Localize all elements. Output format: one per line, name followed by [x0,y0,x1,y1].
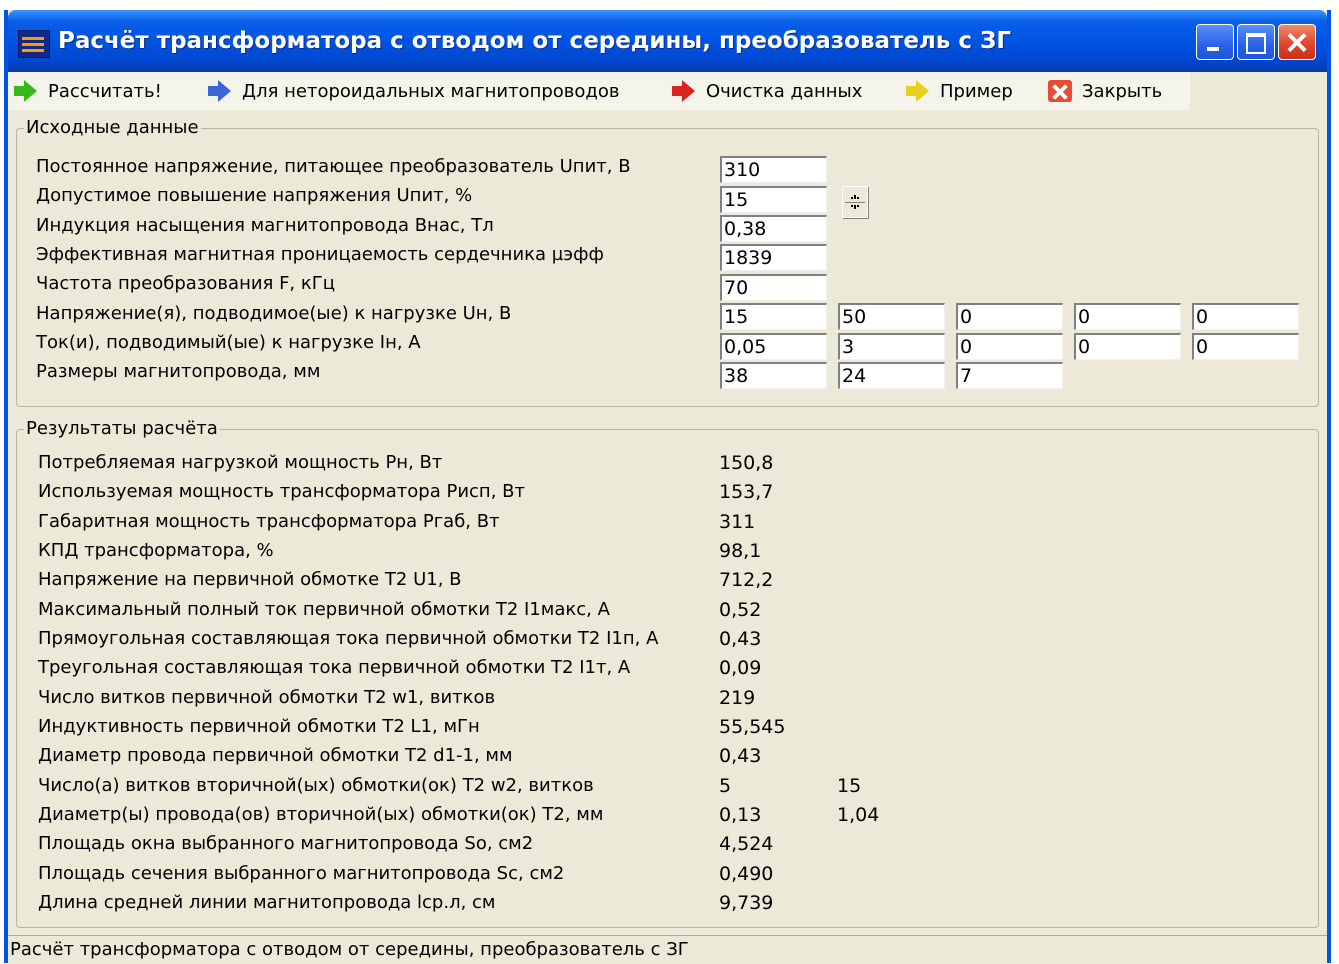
result-label: Число(а) витков вторичной(ых) обмотки(ок… [38,775,594,796]
calculate-button[interactable]: Рассчитать! [14,75,162,107]
result-label: Потребляемая нагрузкой мощность Pн, Вт [38,452,443,473]
load-voltage-input-1[interactable] [720,303,827,330]
core-dimensions-label: Размеры магнитопровода, мм [36,361,321,382]
result-label: Площадь сечения выбранного магнитопровод… [38,863,565,884]
result-value: 0,13 [719,804,762,826]
permeability-input[interactable] [720,244,827,271]
window-title: Расчёт трансформатора с отводом от серед… [58,28,1011,54]
saturation-induction-label: Индукция насыщения магнитопровода Bнас, … [36,215,494,236]
frequency-input[interactable] [720,274,827,301]
load-current-label: Ток(и), подводимый(ые) к нагрузке Iн, А [36,332,421,353]
permeability-label: Эффективная магнитная проницаемость серд… [36,244,604,265]
clear-data-label: Очистка данных [706,80,863,102]
load-voltage-input-5[interactable] [1192,303,1299,330]
example-button[interactable]: Пример [906,75,1013,107]
close-window-button[interactable] [1278,24,1316,60]
toolbar: Рассчитать! Для нетороидальных магнитопр… [8,72,1190,110]
result-value: 1,04 [837,804,880,826]
saturation-induction-input[interactable] [720,215,827,242]
load-current-input-3[interactable] [956,333,1063,360]
minimize-button[interactable] [1196,24,1234,60]
result-value: 55,545 [719,716,786,738]
result-label: Прямоугольная составляющая тока первично… [38,628,659,649]
result-label: Используемая мощность трансформатора Pис… [38,481,525,502]
core-dimension-input-1[interactable] [720,362,827,389]
result-value: 153,7 [719,481,774,503]
result-label: Диаметр(ы) провода(ов) вторичной(ых) обм… [38,804,604,825]
core-dimension-input-3[interactable] [956,362,1063,389]
status-bar: Расчёт трансформатора с отводом от серед… [8,935,1327,964]
load-voltage-input-3[interactable] [956,303,1063,330]
result-label: Длина средней линии магнитопровода lср.л… [38,892,496,913]
supply-voltage-input[interactable] [720,156,827,183]
core-dimension-input-2[interactable] [838,362,945,389]
voltage-rise-spinner[interactable] [842,186,868,218]
result-label: Индуктивность первичной обмотки T2 L1, м… [38,716,480,737]
result-value: 15 [837,775,862,797]
result-value: 9,739 [719,892,774,914]
maximize-button[interactable] [1237,24,1275,60]
app-window: Расчёт трансформатора с отводом от серед… [4,10,1331,964]
load-voltage-input-4[interactable] [1074,303,1181,330]
load-current-input-5[interactable] [1192,333,1299,360]
load-current-input-1[interactable] [720,333,827,360]
result-value: 0,09 [719,657,762,679]
calculate-label: Рассчитать! [48,80,162,102]
load-voltage-input-2[interactable] [838,303,945,330]
voltage-rise-label: Допустимое повышение напряжения Uпит, % [36,185,473,206]
result-value: 0,490 [719,863,774,885]
blue-arrow-icon [208,80,232,102]
result-value: 219 [719,687,756,709]
non-toroidal-label: Для нетороидальных магнитопроводов [242,80,620,102]
frequency-label: Частота преобразования F, кГц [36,273,335,294]
result-label: Число витков первичной обмотки T2 w1, ви… [38,687,496,708]
red-arrow-icon [672,80,696,102]
yellow-arrow-icon [906,80,930,102]
example-label: Пример [940,80,1013,102]
green-arrow-icon [14,80,38,102]
status-text: Расчёт трансформатора с отводом от серед… [10,939,689,960]
result-value: 0,43 [719,745,762,767]
result-value: 98,1 [719,540,762,562]
result-label: Габаритная мощность трансформатора Pгаб,… [38,511,500,532]
load-current-input-2[interactable] [838,333,945,360]
app-icon[interactable] [18,30,50,58]
result-value: 311 [719,511,756,533]
load-voltage-label: Напряжение(я), подводимое(ые) к нагрузке… [36,303,512,324]
non-toroidal-button[interactable]: Для нетороидальных магнитопроводов [208,75,619,107]
input-group-legend: Исходные данные [24,116,201,140]
result-value: 5 [719,775,732,797]
result-label: Максимальный полный ток первичной обмотк… [38,599,610,620]
results-group-legend: Результаты расчёта [24,417,220,441]
result-label: КПД трансформатора, % [38,540,274,561]
result-label: Площадь окна выбранного магнитопровода S… [38,833,534,854]
result-label: Диаметр провода первичной обмотки T2 d1-… [38,745,513,766]
result-value: 150,8 [719,452,774,474]
result-value: 4,524 [719,833,774,855]
title-bar[interactable]: Расчёт трансформатора с отводом от серед… [8,10,1327,72]
close-icon [1048,80,1072,102]
close-label: Закрыть [1082,80,1163,102]
voltage-rise-input[interactable] [720,186,827,213]
result-label: Напряжение на первичной обмотке T2 U1, В [38,569,462,590]
result-value: 0,52 [719,599,762,621]
result-value: 0,43 [719,628,762,650]
load-current-input-4[interactable] [1074,333,1181,360]
supply-voltage-label: Постоянное напряжение, питающее преобраз… [36,156,631,177]
clear-data-button[interactable]: Очистка данных [672,75,862,107]
result-value: 712,2 [719,569,774,591]
close-button[interactable]: Закрыть [1048,75,1162,107]
result-label: Треугольная составляющая тока первичной … [38,657,631,678]
